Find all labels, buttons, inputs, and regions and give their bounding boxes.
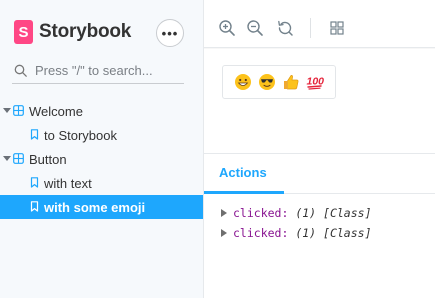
expand-arrow-icon[interactable] [221, 209, 227, 217]
bookmark-icon [30, 177, 39, 188]
tree-story-with-text[interactable]: with text [0, 171, 203, 195]
story-preview: 100 [204, 49, 435, 153]
component-icon [13, 153, 24, 164]
component-icon [13, 105, 24, 116]
tree-item-label: with some emoji [44, 200, 146, 215]
addons-tabbar: Actions [204, 154, 435, 194]
emoji-button[interactable]: 100 [222, 65, 336, 99]
storybook-logo-icon: S [14, 20, 33, 44]
tree-item-label: with text [44, 176, 92, 191]
action-name: clicked: [233, 226, 289, 240]
storybook-app: S Storybook ••• Welcome [0, 0, 435, 298]
reset-zoom-icon[interactable] [276, 19, 294, 37]
grid-icon[interactable] [328, 19, 346, 37]
tree-story-to-storybook[interactable]: to Storybook [0, 123, 203, 147]
tab-actions[interactable]: Actions [204, 154, 284, 194]
sunglasses-face-icon [259, 74, 275, 90]
toolbar-separator [310, 18, 311, 38]
grinning-face-icon [235, 74, 251, 90]
search-bar [12, 58, 184, 84]
search-input[interactable] [35, 63, 175, 78]
action-name: clicked: [233, 206, 289, 220]
action-entry[interactable]: clicked: (1) [Class] [204, 224, 435, 244]
expand-arrow-icon[interactable] [221, 229, 227, 237]
tree-group-button[interactable]: Button [0, 147, 203, 171]
zoom-out-icon[interactable] [246, 19, 264, 37]
story-tree: Welcome to Storybook Button with text wi… [0, 99, 203, 219]
action-args: (1) [Class] [295, 226, 372, 240]
thumbs-up-icon [284, 75, 299, 90]
chevron-down-icon[interactable] [3, 108, 11, 113]
action-text: clicked: (1) [Class] [233, 206, 372, 220]
search-icon [14, 64, 27, 77]
tree-group-welcome[interactable]: Welcome [0, 99, 203, 123]
toolbar [204, 8, 435, 48]
brand-name: Storybook [39, 21, 132, 42]
action-text: clicked: (1) [Class] [233, 226, 372, 240]
sidebar: S Storybook ••• Welcome [0, 0, 203, 298]
actions-log: clicked: (1) [Class] clicked: (1) [Class… [204, 204, 435, 244]
tree-story-with-some-emoji[interactable]: with some emoji [0, 195, 203, 219]
tree-item-label: to Storybook [44, 128, 117, 143]
tree-item-label: Button [29, 152, 67, 167]
bookmark-icon [30, 201, 39, 212]
brand[interactable]: S Storybook [14, 20, 131, 44]
menu-button[interactable]: ••• [156, 19, 184, 47]
zoom-in-icon[interactable] [218, 19, 236, 37]
tree-item-label: Welcome [29, 104, 83, 119]
action-args: (1) [Class] [295, 206, 372, 220]
main-area: 100 Actions clicked: (1) [Class] clicked… [204, 0, 435, 298]
bookmark-icon [30, 129, 39, 140]
chevron-down-icon[interactable] [3, 156, 11, 161]
action-entry[interactable]: clicked: (1) [Class] [204, 204, 435, 224]
hundred-points-icon: 100 [307, 76, 324, 90]
addons-panel: Actions clicked: (1) [Class] clicked: (1… [204, 153, 435, 298]
